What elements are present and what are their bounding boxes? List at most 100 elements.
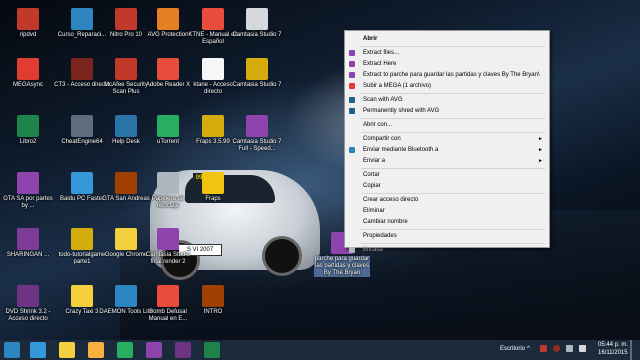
rar-icon	[349, 50, 355, 56]
context-menu-item-label: Cortar	[363, 172, 380, 178]
context-menu-item[interactable]: Enviar a ►	[345, 156, 549, 166]
context-menu-item-label: Compartir con	[363, 136, 401, 142]
context-menu-item[interactable]: Propiedades	[345, 231, 549, 241]
taskbar-app-explorer[interactable]	[88, 342, 104, 358]
desktop-icon[interactable]: Camtasia Studio 7 Full - Speed...	[229, 115, 285, 153]
context-menu-item[interactable]: Cambiar nombre	[345, 217, 549, 227]
antivirus-tray-icon[interactable]	[553, 345, 560, 352]
taskbar-app-winrar[interactable]	[175, 342, 191, 358]
bluetooth-icon	[349, 147, 355, 153]
app-icon	[17, 228, 39, 250]
app-icon	[246, 115, 268, 137]
volume-icon[interactable]	[579, 345, 586, 352]
show-desktop-toolbar[interactable]: Escritorio	[500, 346, 525, 352]
context-menu-item-label: Enviar a	[363, 158, 386, 164]
context-menu-item[interactable]: Abrir	[345, 34, 549, 44]
app-icon	[246, 58, 268, 80]
app-icon	[115, 58, 137, 80]
context-menu-item-label: Eliminar	[363, 208, 385, 214]
desktop-icon[interactable]: Camtasia Studio final render 2	[140, 228, 196, 266]
app-icon	[202, 115, 224, 137]
desktop-icon[interactable]: Camtasia Studio 7	[229, 58, 285, 89]
desktop-icon[interactable]: MEGAsync	[0, 58, 56, 89]
desktop-icon[interactable]: Fraps	[185, 172, 241, 203]
app-icon	[71, 115, 93, 137]
context-menu-item[interactable]: Enviar mediante Bluetooth a ►	[345, 145, 549, 155]
context-menu-item-label: Crear acceso directo	[363, 197, 419, 203]
context-menu-item[interactable]: Cortar	[345, 170, 549, 180]
taskbar-app-ie[interactable]	[30, 342, 46, 358]
app-icon	[157, 285, 179, 307]
context-menu-item-label: Bitcasa	[363, 247, 383, 253]
menu-separator	[361, 132, 545, 133]
context-menu-item[interactable]: Scan with AVG	[345, 95, 549, 105]
taskbar: Escritorio ^ 05:44 p. m. 16/11/2015	[0, 340, 640, 360]
app-icon	[157, 172, 179, 194]
taskbar-app-store[interactable]	[117, 342, 133, 358]
menu-separator	[361, 93, 545, 94]
clock-time[interactable]: 05:44 p. m.	[598, 342, 628, 348]
network-icon[interactable]	[566, 345, 573, 352]
app-icon	[17, 58, 39, 80]
context-menu-item: Bitcasa	[345, 245, 549, 255]
context-menu-item[interactable]: Compartir con ►	[345, 134, 549, 144]
desktop-icon[interactable]: SHARINGAN ...	[0, 228, 56, 259]
chevron-up-icon[interactable]: ^	[527, 346, 533, 352]
show-desktop-button[interactable]	[630, 340, 632, 360]
taskbar-app-chrome[interactable]	[59, 342, 75, 358]
desktop-icon-label: Camtasia Studio 7	[232, 82, 282, 88]
desktop-icon-label: Camtasia Studio final render 2	[145, 252, 191, 265]
app-icon	[71, 285, 93, 307]
wallpaper-car-wheel	[262, 236, 302, 276]
context-menu-item-label: Permanently shred with AVG	[363, 108, 440, 114]
menu-separator	[361, 168, 545, 169]
clock-date[interactable]: 16/11/2015	[598, 350, 628, 356]
app-icon	[115, 172, 137, 194]
avg-icon	[349, 108, 355, 114]
context-menu-item[interactable]: Copiar	[345, 181, 549, 191]
desktop-icon-label: GTA SA por partes by ...	[3, 196, 53, 209]
context-menu-item[interactable]: Crear acceso directo	[345, 195, 549, 205]
context-menu-item[interactable]: Extract to parche para guardar las parti…	[345, 70, 549, 80]
context-menu-item-label: Abrir	[363, 36, 378, 42]
submenu-arrow-icon: ►	[538, 136, 543, 142]
context-menu-item[interactable]: Extract files...	[345, 48, 549, 58]
rar-icon	[349, 61, 355, 67]
app-icon	[115, 228, 137, 250]
desktop-icon[interactable]: GTA SA por partes by ...	[0, 172, 56, 210]
desktop-icon-label: MEGAsync	[12, 82, 43, 88]
desktop-icon[interactable]: Libro2	[0, 115, 56, 146]
context-menu-item[interactable]: Subir a MEGA (1 archivo)	[345, 81, 549, 91]
app-icon	[115, 285, 137, 307]
app-icon	[115, 115, 137, 137]
context-menu-item[interactable]: Eliminar	[345, 206, 549, 216]
desktop-icon-label: Camtasia Studio 7	[232, 32, 282, 38]
context-menu-item-label: Scan with AVG	[363, 97, 403, 103]
start-button[interactable]	[4, 342, 20, 358]
submenu-arrow-icon: ►	[538, 147, 543, 153]
desktop-icon-label: DVD Shrink 3.2 - Acceso directo	[5, 309, 51, 322]
app-icon	[246, 8, 268, 30]
desktop-icon-label: INTRO	[203, 309, 223, 315]
desktop-icon-label: Fraps	[205, 196, 221, 202]
context-menu-item-label: Copiar	[363, 183, 381, 189]
desktop-icon[interactable]: ripdvd	[0, 8, 56, 39]
desktop-icon[interactable]: INTRO	[185, 285, 241, 316]
menu-separator	[361, 46, 545, 47]
desktop[interactable]: S VI 2007 99 ripdvd Curso_Reparaci... Nitr…	[0, 0, 640, 340]
context-menu-item[interactable]: Extract Here	[345, 59, 549, 69]
app-icon	[157, 228, 179, 250]
app-icon	[202, 172, 224, 194]
context-menu-item[interactable]: Permanently shred with AVG	[345, 106, 549, 116]
desktop-icon[interactable]: DVD Shrink 3.2 - Acceso directo	[0, 285, 56, 323]
app-icon	[202, 58, 224, 80]
app-icon	[157, 8, 179, 30]
taskbar-app-media[interactable]	[146, 342, 162, 358]
taskbar-app-ct3[interactable]	[204, 342, 220, 358]
context-menu-item[interactable]: Abrir con...	[345, 120, 549, 130]
menu-separator	[361, 118, 545, 119]
mega-tray-icon[interactable]	[540, 345, 547, 352]
desktop-icon[interactable]: Camtasia Studio 7	[229, 8, 285, 39]
app-icon	[202, 8, 224, 30]
context-menu-item-label: Extract to parche para guardar las parti…	[363, 72, 540, 78]
